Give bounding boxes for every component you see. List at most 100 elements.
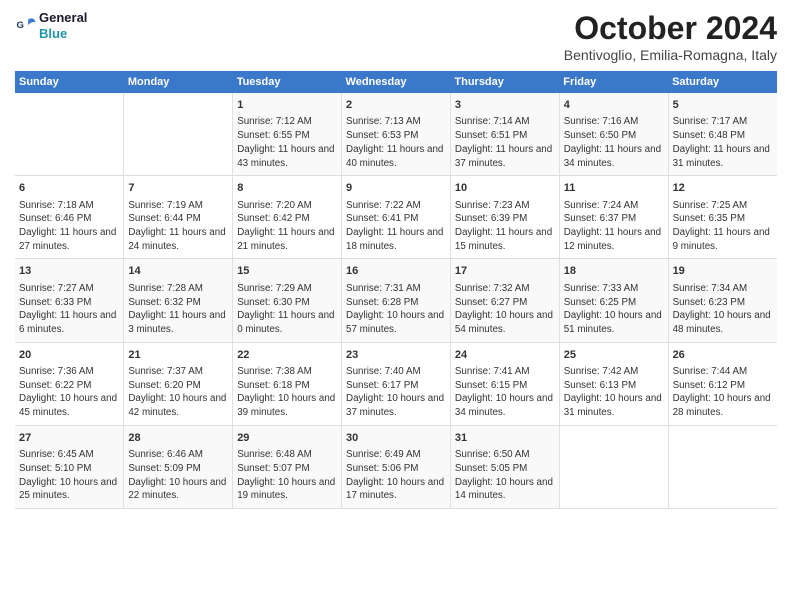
day-info: Sunrise: 7:40 AMSunset: 6:17 PMDaylight:… xyxy=(346,365,446,420)
day-cell: 31 Sunrise: 6:50 AMSunset: 5:05 PMDayligh… xyxy=(450,425,559,508)
day-cell: 16Sunrise: 7:31 AMSunset: 6:28 PMDayligh… xyxy=(342,259,451,342)
day-info: Sunrise: 7:12 AMSunset: 6:55 PMDaylight:… xyxy=(237,115,337,170)
day-number: 3 xyxy=(455,98,555,113)
day-info: Sunrise: 7:24 AMSunset: 6:37 PMDaylight:… xyxy=(564,199,664,254)
day-number: 23 xyxy=(346,348,446,363)
header-wednesday: Wednesday xyxy=(342,71,451,93)
day-number: 16 xyxy=(346,264,446,279)
day-number: 30 xyxy=(346,431,446,446)
day-number: 2 xyxy=(346,98,446,113)
day-cell: 21Sunrise: 7:37 AMSunset: 6:20 PMDayligh… xyxy=(124,342,233,425)
logo-text: GeneralBlue xyxy=(39,10,87,41)
day-cell: 14 Sunrise: 7:28 AMSunset: 6:32 PMDayligh… xyxy=(124,259,233,342)
day-number: 26 xyxy=(673,348,773,363)
day-number: 24 xyxy=(455,348,555,363)
day-cell: 10 Sunrise: 7:23 AMSunset: 6:39 PMDayligh… xyxy=(450,176,559,259)
header-tuesday: Tuesday xyxy=(233,71,342,93)
day-info: Sunrise: 6:46 AMSunset: 5:09 PMDaylight:… xyxy=(128,448,228,503)
week-row-3: 13 Sunrise: 7:27 AMSunset: 6:33 PMDayligh… xyxy=(15,259,777,342)
day-cell: 18 Sunrise: 7:33 AMSunset: 6:25 PMDayligh… xyxy=(559,259,668,342)
day-info: Sunrise: 7:28 AMSunset: 6:32 PMDaylight:… xyxy=(128,282,228,337)
day-number: 27 xyxy=(19,431,119,446)
day-cell: 23 Sunrise: 7:40 AMSunset: 6:17 PMDayligh… xyxy=(342,342,451,425)
day-cell: 5 Sunrise: 7:17 AMSunset: 6:48 PMDaylight… xyxy=(668,93,777,176)
day-cell: 9Sunrise: 7:22 AMSunset: 6:41 PMDaylight… xyxy=(342,176,451,259)
week-row-1: 1 Sunrise: 7:12 AMSunset: 6:55 PMDaylight… xyxy=(15,93,777,176)
day-info: Sunrise: 7:18 AMSunset: 6:46 PMDaylight:… xyxy=(19,199,119,254)
day-number: 4 xyxy=(564,98,664,113)
day-info: Sunrise: 6:49 AMSunset: 5:06 PMDaylight:… xyxy=(346,448,446,503)
day-number: 13 xyxy=(19,264,119,279)
page-header: G GeneralBlue October 2024 Bentivoglio, … xyxy=(15,10,777,63)
day-info: Sunrise: 7:20 AMSunset: 6:42 PMDaylight:… xyxy=(237,199,337,254)
day-number: 1 xyxy=(237,98,337,113)
day-info: Sunrise: 6:50 AMSunset: 5:05 PMDaylight:… xyxy=(455,448,555,503)
day-info: Sunrise: 7:14 AMSunset: 6:51 PMDaylight:… xyxy=(455,115,555,170)
day-info: Sunrise: 7:34 AMSunset: 6:23 PMDaylight:… xyxy=(673,282,773,337)
day-info: Sunrise: 7:17 AMSunset: 6:48 PMDaylight:… xyxy=(673,115,773,170)
logo: G GeneralBlue xyxy=(15,10,87,41)
day-info: Sunrise: 7:38 AMSunset: 6:18 PMDaylight:… xyxy=(237,365,337,420)
day-number: 8 xyxy=(237,181,337,196)
day-cell: 17 Sunrise: 7:32 AMSunset: 6:27 PMDayligh… xyxy=(450,259,559,342)
header-sunday: Sunday xyxy=(15,71,124,93)
day-number: 22 xyxy=(237,348,337,363)
day-cell: 7Sunrise: 7:19 AMSunset: 6:44 PMDaylight… xyxy=(124,176,233,259)
day-cell: 19Sunrise: 7:34 AMSunset: 6:23 PMDayligh… xyxy=(668,259,777,342)
day-cell: 29Sunrise: 6:48 AMSunset: 5:07 PMDayligh… xyxy=(233,425,342,508)
day-cell xyxy=(15,93,124,176)
day-info: Sunrise: 7:41 AMSunset: 6:15 PMDaylight:… xyxy=(455,365,555,420)
day-cell: 24 Sunrise: 7:41 AMSunset: 6:15 PMDayligh… xyxy=(450,342,559,425)
day-info: Sunrise: 7:33 AMSunset: 6:25 PMDaylight:… xyxy=(564,282,664,337)
header-friday: Friday xyxy=(559,71,668,93)
day-number: 10 xyxy=(455,181,555,196)
day-info: Sunrise: 7:42 AMSunset: 6:13 PMDaylight:… xyxy=(564,365,664,420)
day-number: 6 xyxy=(19,181,119,196)
header-thursday: Thursday xyxy=(450,71,559,93)
day-info: Sunrise: 7:22 AMSunset: 6:41 PMDaylight:… xyxy=(346,199,446,254)
day-info: Sunrise: 7:29 AMSunset: 6:30 PMDaylight:… xyxy=(237,282,337,337)
location-subtitle: Bentivoglio, Emilia-Romagna, Italy xyxy=(564,47,777,63)
day-cell: 8 Sunrise: 7:20 AMSunset: 6:42 PMDaylight… xyxy=(233,176,342,259)
header-monday: Monday xyxy=(124,71,233,93)
calendar-header-row: SundayMondayTuesdayWednesdayThursdayFrid… xyxy=(15,71,777,93)
day-info: Sunrise: 7:27 AMSunset: 6:33 PMDaylight:… xyxy=(19,282,119,337)
day-cell xyxy=(668,425,777,508)
day-cell: 22 Sunrise: 7:38 AMSunset: 6:18 PMDayligh… xyxy=(233,342,342,425)
day-cell: 1 Sunrise: 7:12 AMSunset: 6:55 PMDaylight… xyxy=(233,93,342,176)
svg-text:G: G xyxy=(16,20,23,31)
day-cell: 25 Sunrise: 7:42 AMSunset: 6:13 PMDayligh… xyxy=(559,342,668,425)
day-number: 31 xyxy=(455,431,555,446)
month-title: October 2024 xyxy=(564,10,777,47)
day-info: Sunrise: 7:32 AMSunset: 6:27 PMDaylight:… xyxy=(455,282,555,337)
day-info: Sunrise: 7:36 AMSunset: 6:22 PMDaylight:… xyxy=(19,365,119,420)
day-info: Sunrise: 6:48 AMSunset: 5:07 PMDaylight:… xyxy=(237,448,337,503)
day-number: 25 xyxy=(564,348,664,363)
day-cell: 20Sunrise: 7:36 AMSunset: 6:22 PMDayligh… xyxy=(15,342,124,425)
day-cell: 12 Sunrise: 7:25 AMSunset: 6:35 PMDayligh… xyxy=(668,176,777,259)
week-row-4: 20Sunrise: 7:36 AMSunset: 6:22 PMDayligh… xyxy=(15,342,777,425)
day-number: 28 xyxy=(128,431,228,446)
day-info: Sunrise: 7:25 AMSunset: 6:35 PMDaylight:… xyxy=(673,199,773,254)
day-cell: 30 Sunrise: 6:49 AMSunset: 5:06 PMDayligh… xyxy=(342,425,451,508)
day-info: Sunrise: 6:45 AMSunset: 5:10 PMDaylight:… xyxy=(19,448,119,503)
day-cell: 26 Sunrise: 7:44 AMSunset: 6:12 PMDayligh… xyxy=(668,342,777,425)
day-number: 7 xyxy=(128,181,228,196)
day-cell: 11 Sunrise: 7:24 AMSunset: 6:37 PMDayligh… xyxy=(559,176,668,259)
day-cell xyxy=(559,425,668,508)
header-saturday: Saturday xyxy=(668,71,777,93)
day-number: 12 xyxy=(673,181,773,196)
day-info: Sunrise: 7:44 AMSunset: 6:12 PMDaylight:… xyxy=(673,365,773,420)
day-cell xyxy=(124,93,233,176)
calendar-table: SundayMondayTuesdayWednesdayThursdayFrid… xyxy=(15,71,777,509)
day-number: 17 xyxy=(455,264,555,279)
title-block: October 2024 Bentivoglio, Emilia-Romagna… xyxy=(564,10,777,63)
day-cell: 27 Sunrise: 6:45 AMSunset: 5:10 PMDayligh… xyxy=(15,425,124,508)
day-number: 5 xyxy=(673,98,773,113)
day-number: 11 xyxy=(564,181,664,196)
day-number: 18 xyxy=(564,264,664,279)
day-number: 14 xyxy=(128,264,228,279)
day-info: Sunrise: 7:23 AMSunset: 6:39 PMDaylight:… xyxy=(455,199,555,254)
day-cell: 6 Sunrise: 7:18 AMSunset: 6:46 PMDaylight… xyxy=(15,176,124,259)
day-cell: 4Sunrise: 7:16 AMSunset: 6:50 PMDaylight… xyxy=(559,93,668,176)
